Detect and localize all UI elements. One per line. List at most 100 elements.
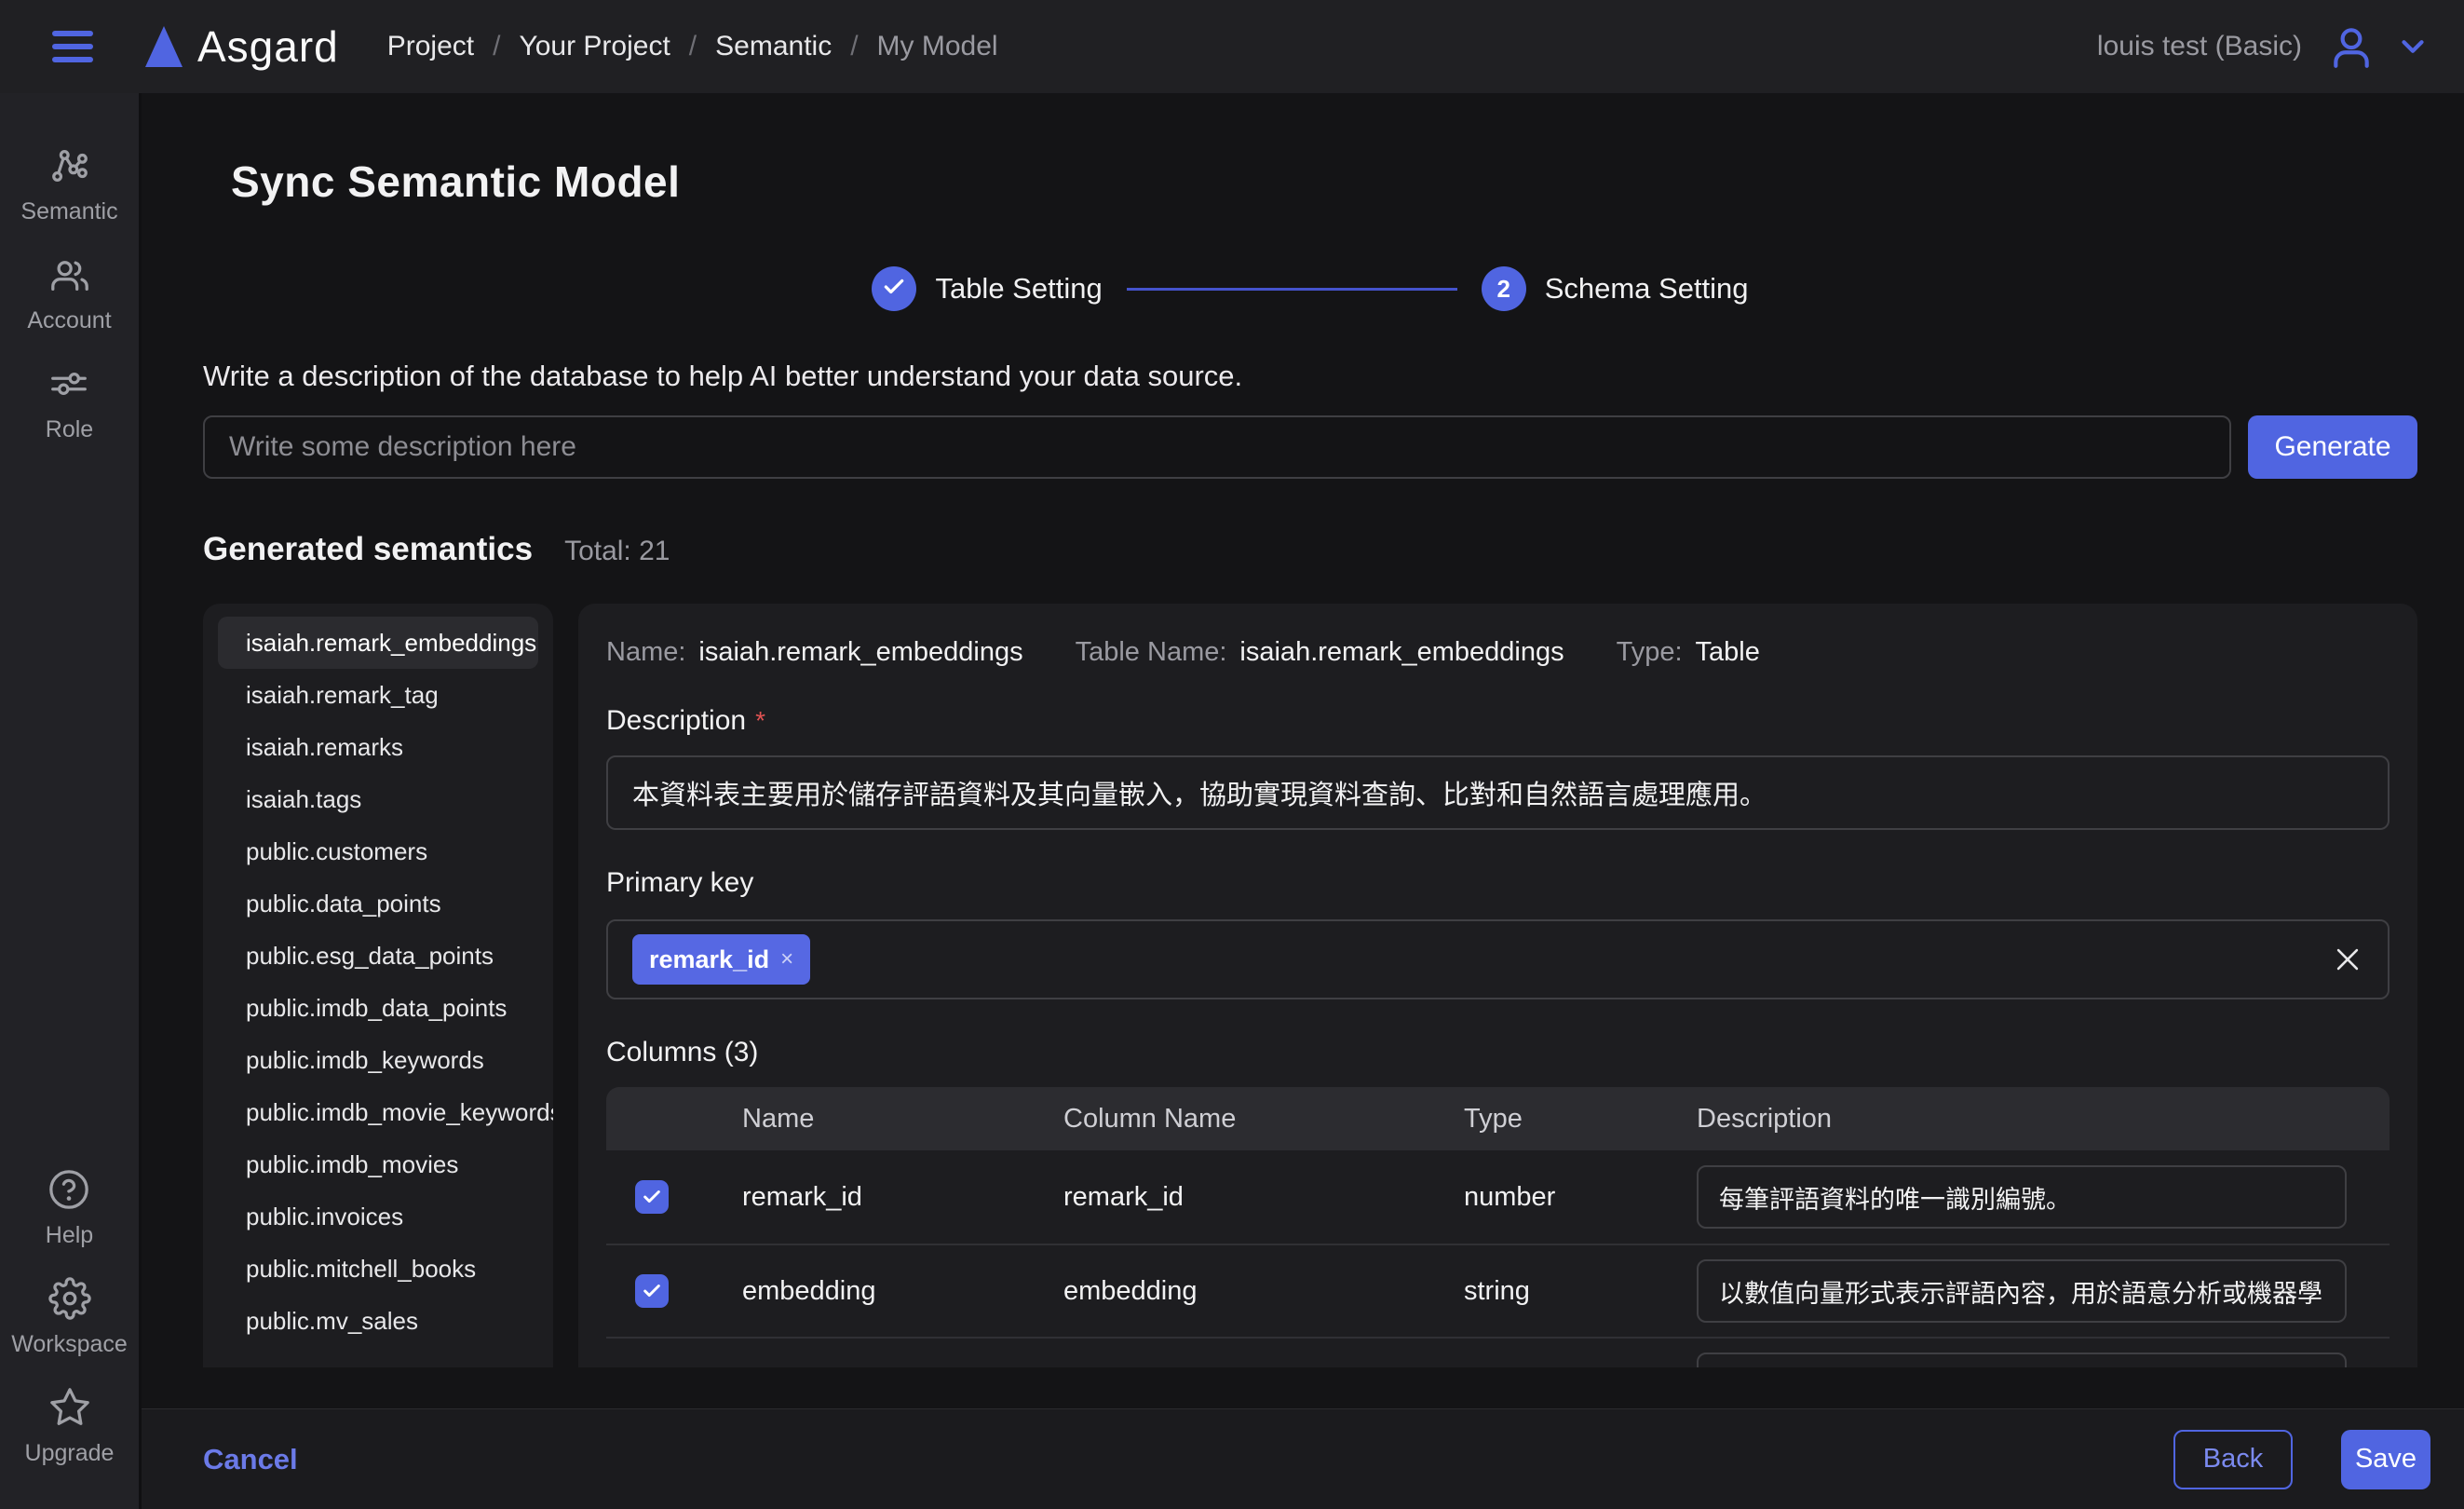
sidebar-item-role[interactable]: Role	[46, 362, 93, 443]
table-row: embedding embedding string 以數值向量形式表示評語內容…	[606, 1244, 2390, 1337]
table-row: remark_id remark_id number 每筆評語資料的唯一識別編號…	[606, 1150, 2390, 1244]
list-item[interactable]: public.data_points	[218, 877, 538, 930]
column-header-description: Description	[1682, 1104, 2390, 1135]
list-item[interactable]: public.invoices	[218, 1190, 538, 1243]
back-button[interactable]: Back	[2173, 1430, 2293, 1489]
cell-description-input[interactable]: 每筆評語資料的唯一識別編號。	[1697, 1165, 2347, 1229]
role-sliders-icon	[47, 362, 90, 405]
breadcrumb: Project / Your Project / Semantic / My M…	[387, 31, 998, 62]
description-prompt-text: Write a description of the database to h…	[203, 360, 2417, 393]
primary-key-chip: remark_id ×	[632, 934, 810, 985]
stepper-connector-line	[1127, 288, 1457, 291]
table-detail-panel: Name: isaiah.remark_embeddings Table Nam…	[578, 604, 2417, 1367]
sidebar-item-workspace[interactable]: Workspace	[11, 1277, 128, 1358]
account-people-icon	[48, 253, 91, 296]
cell-name: remark_id	[727, 1182, 1049, 1213]
cell-type: number	[1449, 1182, 1682, 1213]
list-item[interactable]: public.customers	[218, 825, 538, 877]
database-description-input[interactable]	[203, 415, 2231, 479]
column-header-type: Type	[1449, 1104, 1682, 1135]
sidebar-item-label: Workspace	[11, 1331, 128, 1358]
main-area: Sync Semantic Model Table Setting 2 Sche…	[142, 93, 2464, 1509]
sidebar-item-account[interactable]: Account	[27, 253, 111, 334]
table-name-label: Table Name:	[1076, 637, 1227, 668]
breadcrumb-semantic[interactable]: Semantic	[715, 31, 832, 62]
step-1-done-circle[interactable]	[872, 266, 916, 311]
breadcrumb-my-model: My Model	[877, 31, 998, 62]
sidebar-item-semantic[interactable]: Semantic	[20, 144, 117, 225]
sidebar-item-help[interactable]: Help	[46, 1168, 93, 1249]
logo-text: Asgard	[197, 21, 339, 72]
breadcrumb-project[interactable]: Project	[387, 31, 474, 62]
table-row: created_at created_at time 評語資料建立或儲存於資料庫…	[606, 1337, 2390, 1367]
chevron-down-icon[interactable]	[2395, 29, 2430, 64]
semantic-table-list: isaiah.remark_embeddings isaiah.remark_t…	[203, 604, 553, 1367]
required-asterisk: *	[755, 706, 765, 736]
page-title: Sync Semantic Model	[231, 156, 2417, 207]
table-name-value: isaiah.remark_embeddings	[1239, 637, 1564, 668]
total-count-label: Total: 21	[564, 536, 670, 567]
chip-remove-icon[interactable]: ×	[780, 946, 793, 972]
upgrade-star-icon	[48, 1386, 91, 1429]
check-icon	[882, 275, 906, 304]
top-header: Asgard Project / Your Project / Semantic…	[0, 0, 2464, 93]
list-item[interactable]: public.imdb_movies	[218, 1138, 538, 1190]
columns-table-header: Name Column Name Type Description	[606, 1087, 2390, 1150]
breadcrumb-separator: /	[493, 31, 500, 62]
columns-table: Name Column Name Type Description	[606, 1087, 2390, 1367]
sidebar-item-label: Semantic	[20, 198, 117, 225]
step-1-label: Table Setting	[935, 272, 1102, 306]
step-2-label: Schema Setting	[1545, 272, 1749, 306]
cell-name: embedding	[727, 1276, 1049, 1307]
list-item[interactable]: public.imdb_movie_keywords	[218, 1086, 538, 1138]
breadcrumb-your-project[interactable]: Your Project	[519, 31, 670, 62]
cell-description-input[interactable]: 以數值向量形式表示評語內容，用於語意分析或機器學	[1697, 1259, 2347, 1323]
cell-type: string	[1449, 1276, 1682, 1307]
sidebar-item-label: Upgrade	[25, 1440, 115, 1467]
list-item[interactable]: isaiah.remark_tag	[218, 669, 538, 721]
menu-hamburger-icon[interactable]	[52, 31, 93, 62]
cell-description-input[interactable]: 評語資料建立或儲存於資料庫的時間。	[1697, 1353, 2347, 1367]
left-sidebar: Semantic Account Role Help Workspace	[0, 93, 142, 1509]
bottom-action-bar: Cancel Back Save	[142, 1408, 2464, 1509]
column-header-name: Name	[727, 1104, 1049, 1135]
cell-column-name: remark_id	[1049, 1182, 1449, 1213]
step-2-circle[interactable]: 2	[1482, 266, 1526, 311]
list-item[interactable]: public.esg_data_points	[218, 930, 538, 982]
name-label: Name:	[606, 637, 685, 668]
list-item[interactable]: public.mv_sales	[218, 1295, 538, 1347]
clear-primary-key-icon[interactable]	[2332, 944, 2363, 975]
stepper: Table Setting 2 Schema Setting	[203, 266, 2417, 311]
generate-button[interactable]: Generate	[2248, 415, 2417, 479]
sidebar-item-label: Account	[27, 307, 111, 334]
name-value: isaiah.remark_embeddings	[698, 637, 1022, 668]
list-item[interactable]: public.mitchell_books	[218, 1243, 538, 1295]
columns-count-label: Columns (3)	[606, 1037, 758, 1068]
type-value: Table	[1696, 637, 1760, 668]
step-2-number: 2	[1496, 275, 1510, 304]
sidebar-item-label: Role	[46, 416, 93, 443]
workspace-gear-icon	[48, 1277, 91, 1320]
list-item[interactable]: public.imdb_data_points	[218, 982, 538, 1034]
table-description-textarea[interactable]: 本資料表主要用於儲存評語資料及其向量嵌入，協助實現資料查詢、比對和自然語言處理應…	[606, 755, 2390, 830]
help-circle-icon	[47, 1168, 90, 1211]
primary-key-select[interactable]: remark_id ×	[606, 919, 2390, 999]
list-item[interactable]: isaiah.remark_embeddings	[218, 617, 538, 669]
list-item[interactable]: isaiah.remarks	[218, 721, 538, 773]
cell-column-name: embedding	[1049, 1276, 1449, 1307]
cancel-button[interactable]: Cancel	[203, 1443, 298, 1476]
semantic-graph-icon	[48, 144, 91, 187]
column-header-column-name: Column Name	[1049, 1104, 1449, 1135]
sidebar-item-upgrade[interactable]: Upgrade	[25, 1386, 115, 1467]
description-field-label: Description	[606, 705, 746, 737]
list-item[interactable]: public.imdb_keywords	[218, 1034, 538, 1086]
primary-key-label: Primary key	[606, 867, 753, 899]
row-checkbox-checked[interactable]	[635, 1274, 669, 1308]
row-checkbox-checked[interactable]	[635, 1180, 669, 1214]
user-avatar-icon[interactable]	[2328, 23, 2375, 70]
list-item[interactable]: isaiah.tags	[218, 773, 538, 825]
breadcrumb-separator: /	[850, 31, 858, 62]
logo-triangle-icon	[145, 26, 183, 67]
app-logo[interactable]: Asgard	[145, 21, 339, 72]
save-button[interactable]: Save	[2341, 1430, 2430, 1489]
